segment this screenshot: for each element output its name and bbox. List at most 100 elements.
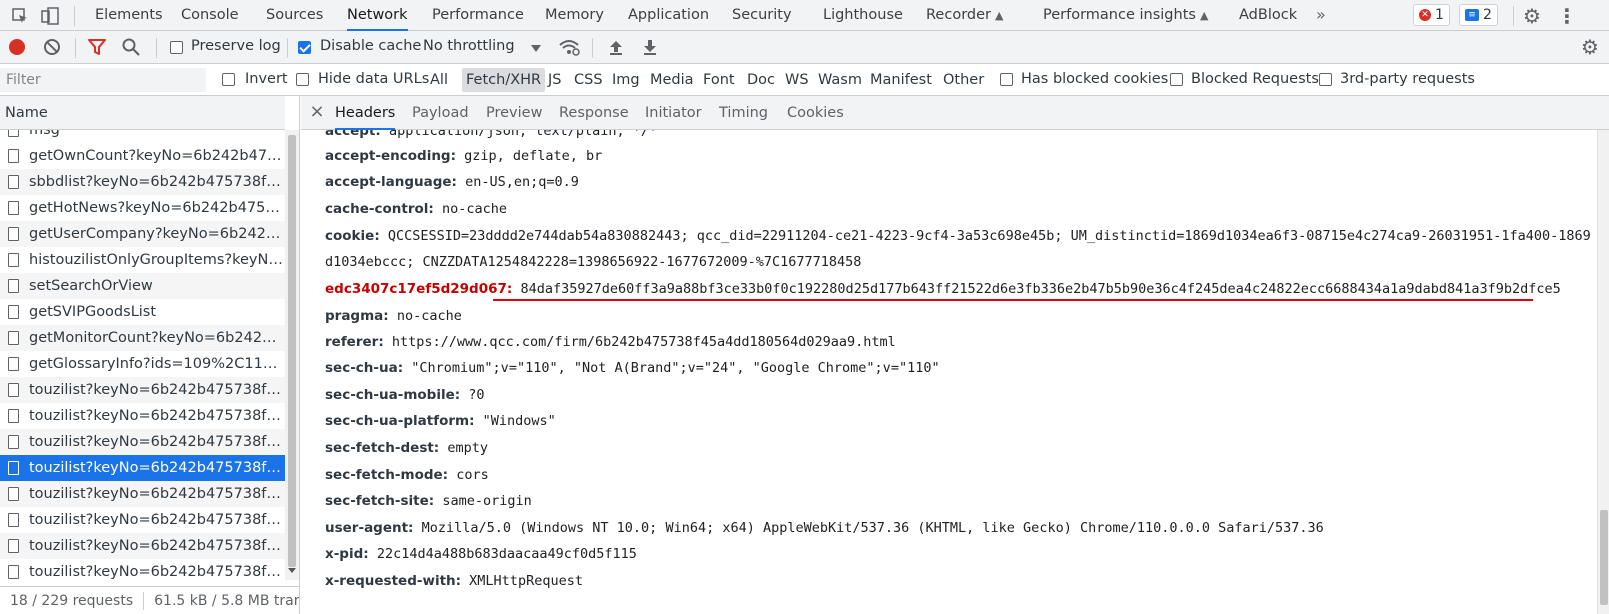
- type-filter-all[interactable]: All: [426, 68, 452, 92]
- third-party-requests-checkbox[interactable]: [1319, 73, 1332, 86]
- throttling-select[interactable]: No throttling: [423, 38, 515, 54]
- request-row[interactable]: touzilist?keyNo=6b242b475738f45a4...: [0, 533, 285, 559]
- file-icon: [8, 305, 19, 319]
- experiment-flask-icon: ▲: [1199, 9, 1209, 22]
- tab-performance[interactable]: Performance: [432, 0, 524, 31]
- type-filter-css[interactable]: CSS: [570, 68, 607, 92]
- tab-cookies[interactable]: Cookies: [787, 96, 844, 130]
- blocked-requests-checkbox[interactable]: [1170, 73, 1183, 86]
- tab-console[interactable]: Console: [181, 0, 239, 31]
- clear-log-button[interactable]: [44, 39, 60, 55]
- request-name: getSVIPGoodsList: [29, 304, 157, 320]
- tab-initiator[interactable]: Initiator: [645, 96, 702, 130]
- type-filter-manifest[interactable]: Manifest: [866, 68, 936, 92]
- request-row[interactable]: touzilist?keyNo=6b242b475738f45a4...: [0, 559, 285, 580]
- type-filter-font[interactable]: Font: [699, 68, 739, 92]
- request-row[interactable]: touzilist?keyNo=6b242b475738f45a4...: [0, 377, 285, 403]
- settings-gear-icon[interactable]: ⚙: [1520, 4, 1544, 28]
- tab-response[interactable]: Response: [559, 96, 629, 130]
- tab-performance-insights[interactable]: Performance insights ▲: [1043, 0, 1208, 31]
- type-filter-ws[interactable]: WS: [781, 68, 813, 92]
- request-row[interactable]: touzilist?keyNo=6b242b475738f45a4...: [0, 403, 285, 429]
- request-list-scrollbar[interactable]: [285, 130, 299, 580]
- type-filter-wasm[interactable]: Wasm: [814, 68, 866, 92]
- request-row[interactable]: getHotNews?keyNo=6b242b475738f4...: [0, 195, 285, 221]
- message-count-badge[interactable]: ≡ 2: [1459, 4, 1498, 26]
- close-details-icon[interactable]: ×: [307, 102, 327, 122]
- request-row[interactable]: getGlossaryInfo?ids=109%2C110%2C...: [0, 351, 285, 377]
- device-toolbar-icon[interactable]: [38, 4, 62, 28]
- header-value: same-origin: [442, 493, 532, 509]
- tab-headers[interactable]: Headers: [335, 96, 396, 130]
- request-row[interactable]: histouzilistOnlyGroupItems?keyNo=6...: [0, 247, 285, 273]
- request-row[interactable]: touzilist?keyNo=6b242b475738f45a4...: [0, 481, 285, 507]
- preserve-log-checkbox[interactable]: [170, 41, 183, 54]
- filter-input[interactable]: [0, 68, 206, 92]
- request-name: getMonitorCount?keyNo=6b242b475...: [29, 330, 284, 346]
- inspect-element-icon[interactable]: [8, 4, 32, 28]
- request-row[interactable]: touzilist?keyNo=6b242b475738f45a4...: [0, 455, 285, 481]
- type-filter-fetch-xhr[interactable]: Fetch/XHR: [462, 68, 546, 92]
- request-row[interactable]: msg: [0, 130, 285, 143]
- request-row[interactable]: sbbdlist?keyNo=6b242b475738f45a4...: [0, 169, 285, 195]
- has-blocked-cookies-checkbox[interactable]: [1000, 73, 1013, 86]
- tab-memory[interactable]: Memory: [545, 0, 604, 31]
- tab-recorder[interactable]: Recorder ▲: [926, 0, 1003, 31]
- network-settings-gear-icon[interactable]: ⚙: [1578, 35, 1602, 59]
- disable-cache-checkbox[interactable]: [298, 41, 311, 54]
- scroll-down-arrow-icon[interactable]: [288, 568, 296, 573]
- type-filter-media[interactable]: Media: [646, 68, 698, 92]
- request-list-pane: Name msg getOwnCount?keyNo=6b242b475738.…: [0, 96, 300, 614]
- header-value: no-cache: [441, 201, 507, 217]
- details-scrollbar[interactable]: [1597, 130, 1609, 614]
- export-har-download-icon[interactable]: [641, 38, 659, 56]
- header-row: sec-ch-ua-mobile: ?0: [325, 386, 1595, 405]
- header-value: QCCSESSID=23dddd2e744dab54a830882443; qc…: [325, 228, 1591, 270]
- header-value: gzip, deflate, br: [464, 148, 603, 164]
- tab-preview[interactable]: Preview: [486, 96, 542, 130]
- type-filter-doc[interactable]: Doc: [743, 68, 779, 92]
- search-icon[interactable]: [121, 37, 141, 57]
- tab-sources[interactable]: Sources: [266, 0, 323, 31]
- request-row[interactable]: getSVIPGoodsList: [0, 299, 285, 325]
- hide-data-urls-checkbox[interactable]: [296, 73, 309, 86]
- tab-adblock[interactable]: AdBlock: [1239, 0, 1297, 31]
- scrollbar-thumb[interactable]: [288, 135, 296, 567]
- import-har-upload-icon[interactable]: [607, 38, 625, 56]
- tab-elements[interactable]: Elements: [95, 0, 163, 31]
- request-list: msg getOwnCount?keyNo=6b242b475738... sbb…: [0, 130, 285, 580]
- type-filter-img[interactable]: Img: [608, 68, 644, 92]
- header-name: sec-fetch-mode:: [325, 467, 449, 483]
- request-name: histouzilistOnlyGroupItems?keyNo=6...: [29, 252, 284, 268]
- header-name: accept-language:: [325, 174, 457, 190]
- request-row[interactable]: setSearchOrView: [0, 273, 285, 299]
- request-row[interactable]: getOwnCount?keyNo=6b242b475738...: [0, 143, 285, 169]
- message-count: 2: [1483, 7, 1492, 23]
- type-filter-other[interactable]: Other: [939, 68, 988, 92]
- invert-checkbox[interactable]: [222, 73, 235, 86]
- more-options-kebab-icon[interactable]: ⋮: [1555, 4, 1579, 28]
- more-tabs-chevron-icon[interactable]: »: [1316, 0, 1326, 31]
- tab-lighthouse[interactable]: Lighthouse: [823, 0, 903, 31]
- tab-application[interactable]: Application: [628, 0, 709, 31]
- file-icon: [8, 279, 19, 293]
- error-count-badge[interactable]: ✕ 1: [1413, 4, 1450, 26]
- request-row[interactable]: getMonitorCount?keyNo=6b242b475...: [0, 325, 285, 351]
- request-row[interactable]: touzilist?keyNo=6b242b475738f45a4...: [0, 429, 285, 455]
- header-row: accept-language: en-US,en;q=0.9: [325, 173, 1595, 192]
- request-row[interactable]: getUserCompany?keyNo=6b242b475...: [0, 221, 285, 247]
- network-conditions-wifi-icon[interactable]: [558, 38, 580, 56]
- tab-timing[interactable]: Timing: [719, 96, 768, 130]
- name-column-header[interactable]: Name: [0, 96, 285, 130]
- header-value: "Chromium";v="110", "Not A(Brand";v="24"…: [411, 360, 940, 376]
- tab-network[interactable]: Network: [347, 0, 408, 31]
- tab-security[interactable]: Security: [732, 0, 792, 31]
- record-stop-button[interactable]: [9, 39, 25, 55]
- type-filter-js[interactable]: JS: [544, 68, 565, 92]
- header-value: Mozilla/5.0 (Windows NT 10.0; Win64; x64…: [421, 520, 1324, 536]
- filter-funnel-icon[interactable]: [87, 37, 107, 57]
- tab-payload[interactable]: Payload: [412, 96, 469, 130]
- file-icon: [8, 357, 19, 371]
- request-row[interactable]: touzilist?keyNo=6b242b475738f45a4...: [0, 507, 285, 533]
- scrollbar-thumb[interactable]: [1600, 510, 1608, 605]
